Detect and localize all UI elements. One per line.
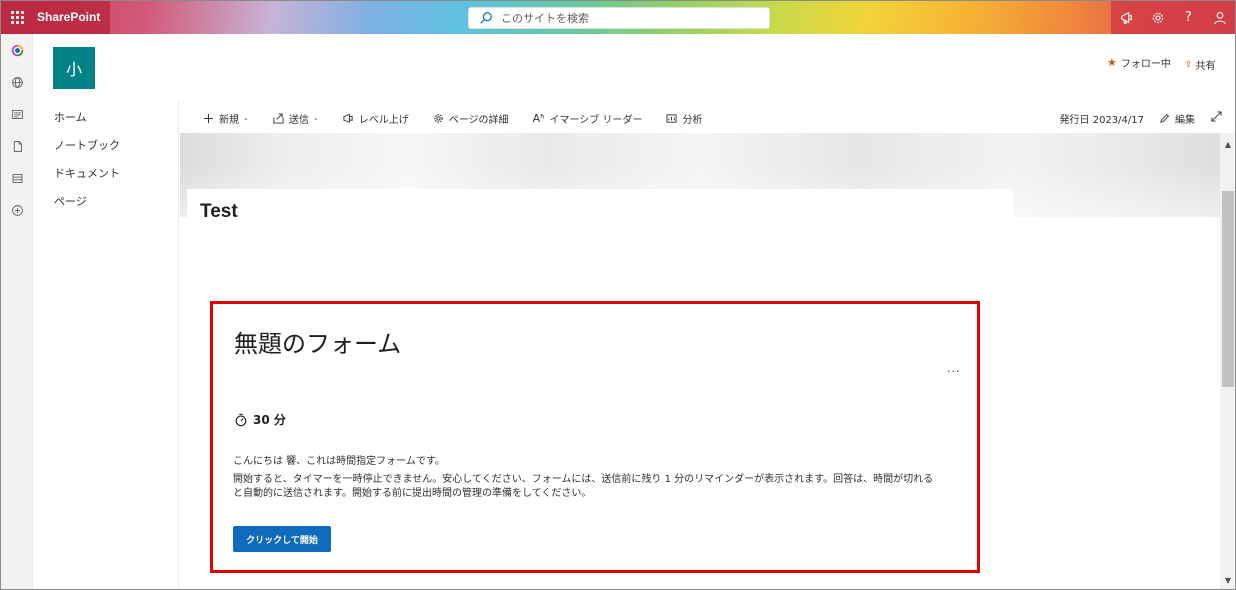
window-frame: SharePoint このサイトを検索 ? 小 ★ フォロー中 ⇪ 共有 ホーム… (0, 0, 1236, 590)
sharepoint-home-button[interactable] (1, 34, 33, 66)
list-icon (12, 173, 22, 183)
my-sites-button[interactable] (1, 66, 33, 98)
form-title: 無題のフォーム (234, 330, 402, 358)
new-button[interactable]: 新規 ⌄ (203, 111, 249, 126)
analytics-button[interactable]: 分析 (666, 111, 702, 126)
file-icon (13, 140, 22, 152)
send-icon (273, 112, 284, 124)
analytics-label: 分析 (682, 114, 703, 126)
megaphone-icon (1120, 11, 1132, 24)
site-search-box[interactable]: このサイトを検索 (468, 7, 770, 29)
person-icon (1213, 11, 1226, 24)
follow-label: フォロー中 (1120, 59, 1171, 70)
star-icon: ★ (1107, 56, 1117, 69)
nav-item-pages[interactable]: ページ (34, 185, 178, 213)
page-canvas: Test 無題のフォーム ... 30 分 こんにちは 響、これは時間指定フォー… (180, 133, 1220, 589)
timer-duration: 30 分 (253, 413, 286, 427)
nav-item-home[interactable]: ホーム (34, 101, 178, 129)
start-form-button[interactable]: クリックして開始 (233, 526, 331, 552)
stopwatch-icon (235, 413, 247, 426)
follow-button[interactable]: ★ フォロー中 (1107, 55, 1171, 70)
send-button[interactable]: 送信 ⌄ (273, 111, 319, 126)
plus-icon (203, 113, 214, 124)
account-button[interactable] (1204, 1, 1235, 34)
my-lists-button[interactable] (1, 162, 33, 194)
title-area: Test (187, 189, 1013, 229)
published-date: 発行日 2023/4/17 (1059, 114, 1144, 126)
settings-button[interactable] (1142, 1, 1173, 34)
megaphone-button[interactable] (1111, 1, 1142, 34)
scrollbar-thumb[interactable] (1222, 191, 1234, 387)
page-details-button[interactable]: ページの詳細 (433, 111, 509, 126)
globe-icon (11, 76, 23, 88)
news-icon (11, 109, 23, 119)
form-greeting: こんにちは 響、これは時間指定フォームです。 (233, 456, 445, 467)
more-options-button[interactable]: ... (947, 362, 961, 375)
command-bar: 新規 ⌄ 送信 ⌄ レベル上げ ページの詳細 Aʱ イマーシブ リーダー 分析 … (180, 104, 1222, 132)
my-news-button[interactable] (1, 98, 33, 130)
expand-button[interactable] (1211, 111, 1222, 125)
suite-right-actions: ? (1111, 1, 1235, 34)
sharepoint-home-icon (11, 44, 23, 56)
search-icon (479, 11, 493, 25)
waffle-icon (10, 11, 24, 24)
chevron-down-icon: ⌄ (312, 114, 319, 122)
scroll-up-arrow-icon[interactable]: ▲ (1220, 137, 1235, 151)
promote-icon (343, 113, 354, 124)
suite-bar: SharePoint このサイトを検索 ? (1, 1, 1235, 34)
share-button[interactable]: ⇪ 共有 (1185, 57, 1216, 73)
immersive-reader-icon: Aʱ (532, 111, 545, 125)
my-files-button[interactable] (1, 130, 33, 162)
page-scrollbar[interactable]: ▲ ▼ (1220, 133, 1235, 589)
share-icon: ⇪ (1185, 59, 1193, 70)
help-icon: ? (1185, 10, 1192, 25)
promote-label: レベル上げ (358, 114, 409, 126)
nav-item-notebook[interactable]: ノートブック (34, 129, 178, 157)
pencil-icon (1160, 113, 1170, 123)
app-launcher-button[interactable] (1, 1, 33, 34)
edit-button[interactable]: 編集 (1159, 111, 1195, 126)
scroll-down-arrow-icon[interactable]: ▼ (1220, 573, 1235, 587)
page-title: Test (200, 201, 238, 222)
form-description: 開始すると、タイマーを一時停止できません。安心してください、フォームには、送信前… (233, 474, 934, 499)
expand-icon (1211, 111, 1222, 122)
gear-icon (1152, 12, 1163, 23)
form-timer: 30 分 (234, 411, 286, 428)
add-icon (11, 204, 23, 216)
help-button[interactable]: ? (1173, 1, 1204, 34)
chevron-down-icon: ⌄ (243, 114, 249, 122)
command-bar-right: 発行日 2023/4/17 編集 (1060, 104, 1222, 132)
create-button[interactable] (1, 194, 33, 226)
app-bar (1, 34, 33, 589)
immersive-reader-button[interactable]: Aʱ イマーシブ リーダー (533, 111, 643, 126)
share-label: 共有 (1195, 61, 1216, 72)
new-label: 新規 (219, 114, 239, 126)
search-placeholder: このサイトを検索 (501, 12, 589, 25)
sharepoint-brand-link[interactable]: SharePoint (33, 1, 111, 34)
promote-button[interactable]: レベル上げ (343, 111, 409, 126)
nav-item-documents[interactable]: ドキュメント (34, 157, 178, 185)
page-details-label: ページの詳細 (448, 114, 509, 126)
gear-icon (433, 113, 444, 124)
left-navigation: ホーム ノートブック ドキュメント ページ (34, 101, 179, 589)
forms-webpart: 無題のフォーム ... 30 分 こんにちは 響、これは時間指定フォームです。 … (210, 301, 980, 573)
edit-label: 編集 (1175, 114, 1195, 126)
site-logo[interactable]: 小 (53, 47, 95, 89)
send-label: 送信 (288, 114, 309, 126)
analytics-icon (666, 113, 678, 124)
immersive-reader-label: イマーシブ リーダー (549, 114, 643, 126)
